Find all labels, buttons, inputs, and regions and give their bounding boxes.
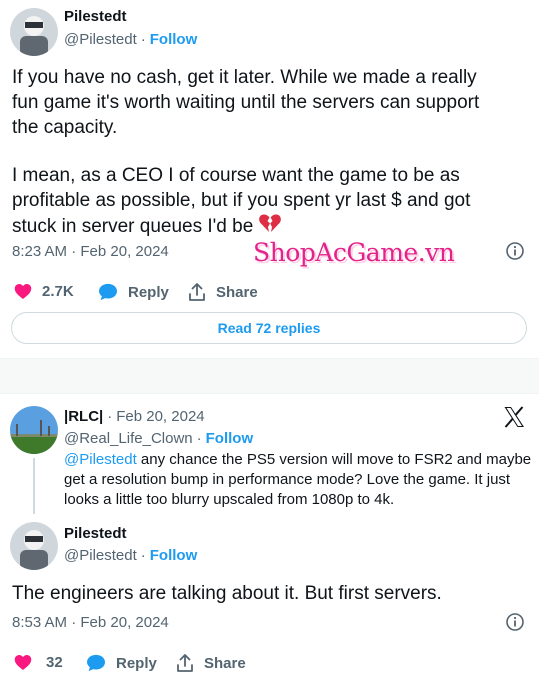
post-date[interactable]: Feb 20, 2024 — [116, 408, 204, 425]
author-name[interactable]: |RLC| — [64, 408, 103, 425]
avatar-rlc[interactable] — [10, 406, 58, 454]
reply-label: Reply — [128, 283, 169, 301]
separator-dot: · — [140, 31, 146, 48]
follow-button[interactable]: Follow — [150, 31, 198, 48]
thread-line — [33, 458, 35, 514]
body-line: I mean, as a CEO I of course want the ga… — [12, 165, 460, 186]
reply-button[interactable]: Reply — [98, 283, 169, 301]
avatar-pilestedt[interactable] — [10, 522, 58, 570]
author-handle[interactable]: @Pilestedt — [64, 547, 137, 564]
separator-dot: · — [140, 547, 146, 564]
author-handle[interactable]: @Real_Life_Clown — [64, 430, 193, 447]
body-line: If you have no cash, get it later. While… — [12, 67, 477, 88]
timestamp[interactable]: 8:53 AM · Feb 20, 2024 — [12, 614, 169, 631]
like-button[interactable]: 2.7K — [14, 283, 74, 300]
tweet-body: If you have no cash, get it later. While… — [12, 65, 532, 240]
reply-button[interactable]: Reply — [86, 654, 157, 672]
timestamp[interactable]: 8:23 AM · Feb 20, 2024 — [12, 243, 169, 260]
share-label: Share — [204, 654, 246, 672]
read-replies-label: Read 72 replies — [217, 320, 321, 336]
share-icon — [188, 283, 216, 301]
body-line: looks a little too blurry upscaled from … — [64, 491, 395, 508]
reply-bubble-icon — [98, 283, 128, 301]
broken-heart-icon — [259, 213, 282, 240]
follow-button[interactable]: Follow — [150, 547, 198, 564]
separator-dot: · — [107, 408, 113, 425]
body-line: get a resolution bump in performance mod… — [64, 471, 511, 488]
follow-button[interactable]: Follow — [206, 430, 254, 447]
watermark: ShopAcGame.vn — [253, 238, 455, 267]
avatar-pilestedt[interactable] — [10, 8, 58, 56]
body-line: profitable as possible, but if you spent… — [12, 190, 471, 211]
heart-icon — [14, 654, 42, 671]
section-divider — [0, 393, 539, 394]
tweet-body: The engineers are talking about it. But … — [12, 583, 442, 604]
x-logo-icon[interactable] — [503, 406, 525, 433]
author-name[interactable]: Pilestedt — [64, 525, 127, 542]
author-handle[interactable]: @Pilestedt — [64, 31, 137, 48]
like-count: 32 — [46, 654, 63, 671]
share-button[interactable]: Share — [176, 654, 246, 672]
reply-bubble-icon — [86, 654, 116, 672]
author-name[interactable]: Pilestedt — [64, 8, 127, 25]
body-line: any chance the PS5 version will move to … — [136, 451, 532, 468]
separator-dot: · — [196, 430, 202, 447]
section-gap — [0, 359, 539, 393]
heart-icon — [14, 283, 42, 300]
reply-body: @Pilestedt any chance the PS5 version wi… — [64, 450, 534, 510]
share-label: Share — [216, 283, 258, 301]
like-button[interactable]: 32 — [14, 654, 63, 671]
reply-label: Reply — [116, 654, 157, 672]
body-line: the capacity. — [12, 117, 118, 138]
info-icon[interactable] — [506, 242, 524, 260]
info-icon[interactable] — [506, 613, 524, 631]
mention-link[interactable]: @Pilestedt — [64, 451, 137, 468]
share-button[interactable]: Share — [188, 283, 258, 301]
like-count: 2.7K — [42, 283, 74, 300]
body-line: stuck in server queues I'd be — [12, 216, 254, 237]
body-line: fun game it's worth waiting until the se… — [12, 92, 480, 113]
share-icon — [176, 654, 204, 672]
read-replies-button[interactable]: Read 72 replies — [11, 312, 527, 344]
